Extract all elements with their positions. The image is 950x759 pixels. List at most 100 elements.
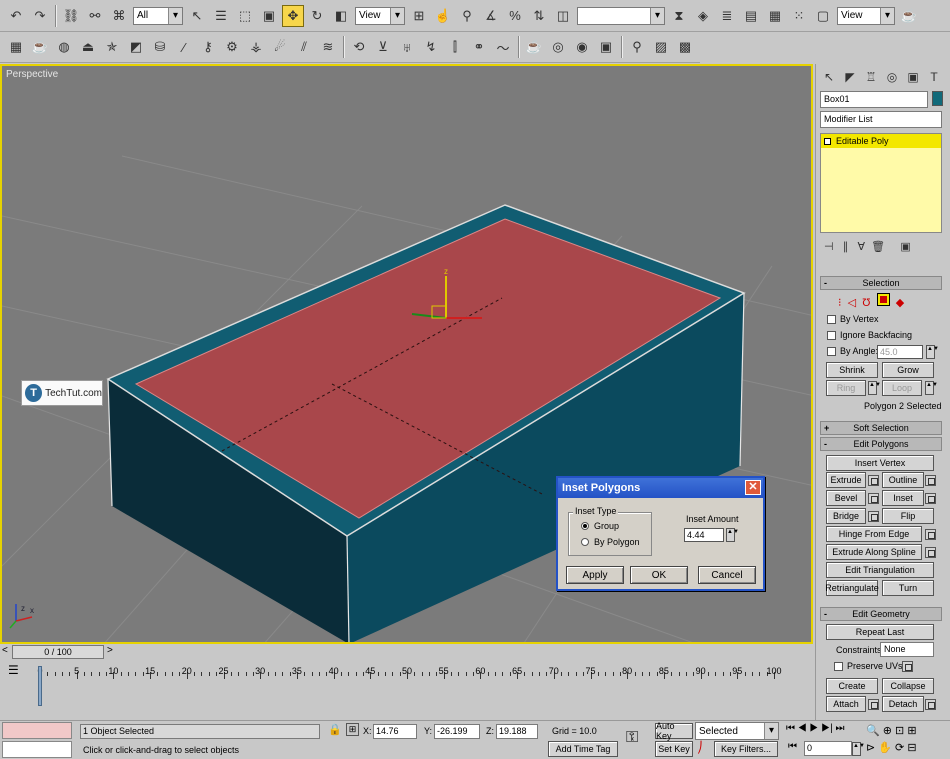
select-by-name-icon[interactable]: ☰: [210, 5, 232, 27]
ring-spinner[interactable]: ▲▼: [868, 381, 881, 395]
schematic-view-icon[interactable]: ▦: [764, 5, 786, 27]
attach-settings-icon[interactable]: [868, 699, 879, 710]
material-icon[interactable]: ☕: [523, 36, 545, 58]
create-light-icon[interactable]: ⚶: [245, 36, 267, 58]
mirror-icon[interactable]: ⧗: [668, 5, 690, 27]
auto-key-button[interactable]: Auto Key: [655, 721, 693, 741]
bridge-button[interactable]: Bridge: [826, 508, 866, 524]
configure-sets-icon[interactable]: ▣: [900, 241, 910, 253]
previous-frame-icon[interactable]: ◀: [798, 723, 807, 734]
make-unique-icon[interactable]: ∀: [857, 241, 865, 253]
pivot-center-icon[interactable]: ⊞: [408, 5, 430, 27]
shader-icon[interactable]: ◉: [571, 36, 593, 58]
extrude-along-spline-button[interactable]: Extrude Along Spline: [826, 544, 922, 560]
bind-spacewarp-icon[interactable]: ⌘: [108, 5, 130, 27]
window-crossing-icon[interactable]: ▣: [258, 5, 280, 27]
utilities-tab-icon[interactable]: T: [925, 68, 943, 86]
hinge-settings-icon[interactable]: [925, 529, 936, 540]
track-view-icon[interactable]: ☰: [8, 663, 19, 677]
go-to-end-icon[interactable]: ⏭: [836, 723, 845, 734]
snaps-toggle-icon[interactable]: ⚲: [456, 5, 478, 27]
create-button[interactable]: Create: [826, 678, 878, 694]
z-coordinate-field[interactable]: 19.188: [496, 724, 538, 739]
bevel-button[interactable]: Bevel: [826, 490, 866, 506]
add-time-tag-button[interactable]: Add Time Tag: [548, 741, 618, 757]
object-name-field[interactable]: Box01: [820, 91, 928, 108]
named-selection-dropdown[interactable]: [577, 6, 665, 25]
by-angle-checkbox[interactable]: By Angle:: [827, 346, 878, 356]
inset-amount-field[interactable]: 4.44: [684, 528, 724, 542]
preserve-uvs-checkbox[interactable]: Preserve UVs: [834, 661, 903, 671]
shrink-button[interactable]: Shrink: [826, 362, 878, 378]
key-selection-dropdown[interactable]: Selected: [695, 722, 779, 740]
display-tab-icon[interactable]: ▣: [904, 68, 922, 86]
create-box-icon[interactable]: ▦: [5, 36, 27, 58]
element-level-icon[interactable]: ◆: [896, 297, 904, 309]
stack-item-editable-poly[interactable]: Editable Poly: [821, 134, 941, 148]
key-tangent-icon[interactable]: ⎠: [697, 741, 703, 754]
key-mode-toggle-icon[interactable]: ⏮: [788, 741, 797, 752]
by-polygon-radio[interactable]: By Polygon: [581, 537, 640, 547]
retriangulate-button[interactable]: Retriangulate: [825, 580, 879, 596]
border-level-icon[interactable]: Ʊ: [862, 297, 870, 309]
hinge-from-edge-button[interactable]: Hinge From Edge: [826, 526, 922, 542]
create-cone-icon[interactable]: ⏏: [77, 36, 99, 58]
create-helper-icon[interactable]: ⫽: [293, 36, 315, 58]
collapse-button[interactable]: Collapse: [882, 678, 934, 694]
percent-snap-icon[interactable]: %: [504, 5, 526, 27]
loop-spinner[interactable]: ▲▼: [925, 381, 938, 395]
preserve-uvs-settings-icon[interactable]: [902, 661, 913, 672]
stack-expand-icon[interactable]: [824, 137, 831, 145]
unlink-icon[interactable]: ⚯: [84, 5, 106, 27]
ok-button[interactable]: OK: [630, 566, 688, 584]
remove-modifier-icon[interactable]: 🗑: [871, 241, 885, 253]
cancel-button[interactable]: Cancel: [698, 566, 756, 584]
redo-icon[interactable]: ↷: [29, 5, 51, 27]
selection-filter-dropdown[interactable]: All: [133, 6, 183, 25]
modifier-noise-icon[interactable]: ↯: [420, 36, 442, 58]
modifier-wave-icon[interactable]: 〜: [492, 36, 514, 58]
pan-icon[interactable]: ✋: [878, 742, 892, 754]
group-radio[interactable]: Group: [581, 521, 619, 531]
absolute-mode-icon[interactable]: ⊞: [346, 723, 359, 736]
modifier-stretch-icon[interactable]: ⫿: [444, 36, 466, 58]
edit-triangulation-button[interactable]: Edit Triangulation: [826, 562, 934, 578]
current-frame-field[interactable]: 0: [804, 741, 852, 756]
dialog-title-bar[interactable]: Inset Polygons ✕: [558, 478, 763, 498]
manipulate-icon[interactable]: ☝: [432, 5, 454, 27]
field-of-view-icon[interactable]: ⊳: [866, 742, 875, 754]
time-slider[interactable]: 0 / 100: [12, 645, 104, 659]
constraints-dropdown[interactable]: None: [880, 642, 934, 657]
zoom-extents-icon[interactable]: ⊡: [895, 725, 904, 737]
angle-snap-icon[interactable]: ∡: [480, 5, 502, 27]
rectangular-selection-icon[interactable]: ⬚: [234, 5, 256, 27]
outline-settings-icon[interactable]: [925, 475, 936, 486]
inset-amount-spinner[interactable]: ▲▼: [726, 528, 739, 542]
spinner-snap-icon[interactable]: ⇅: [528, 5, 550, 27]
zoom-icon[interactable]: 🔍: [866, 725, 880, 737]
create-plane-icon[interactable]: ◩: [125, 36, 147, 58]
material-editor-icon[interactable]: ⁙: [788, 5, 810, 27]
inset-settings-icon[interactable]: [925, 493, 936, 504]
edit-named-selection-icon[interactable]: ◫: [552, 5, 574, 27]
turn-button[interactable]: Turn: [882, 580, 934, 596]
modifier-list-dropdown[interactable]: Modifier List: [820, 111, 942, 128]
maximize-viewport-icon[interactable]: ⊟: [907, 742, 916, 754]
show-end-result-icon[interactable]: ∥: [843, 241, 849, 253]
create-teapot-icon[interactable]: ☕: [29, 36, 51, 58]
apply-button[interactable]: Apply: [566, 566, 624, 584]
ring-button[interactable]: Ring: [826, 380, 866, 396]
maxscript-listener-white[interactable]: [2, 741, 72, 758]
angle-spinner[interactable]: ▲▼: [926, 345, 939, 359]
edit-geometry-rollout-header[interactable]: - Edit Geometry: [820, 607, 942, 621]
by-vertex-checkbox[interactable]: By Vertex: [827, 314, 879, 324]
set-key-mode-icon[interactable]: ⚿: [626, 729, 638, 747]
inset-button[interactable]: Inset: [882, 490, 924, 506]
layer-manager-icon[interactable]: ≣: [716, 5, 738, 27]
orbit-icon[interactable]: ⟳: [895, 742, 904, 754]
select-and-move-icon[interactable]: ✥: [282, 4, 304, 27]
key-filters-button[interactable]: Key Filters...: [714, 741, 778, 757]
loop-button[interactable]: Loop: [882, 380, 922, 396]
repeat-last-button[interactable]: Repeat Last: [826, 624, 934, 640]
create-spacewarp-icon[interactable]: ≋: [317, 36, 339, 58]
